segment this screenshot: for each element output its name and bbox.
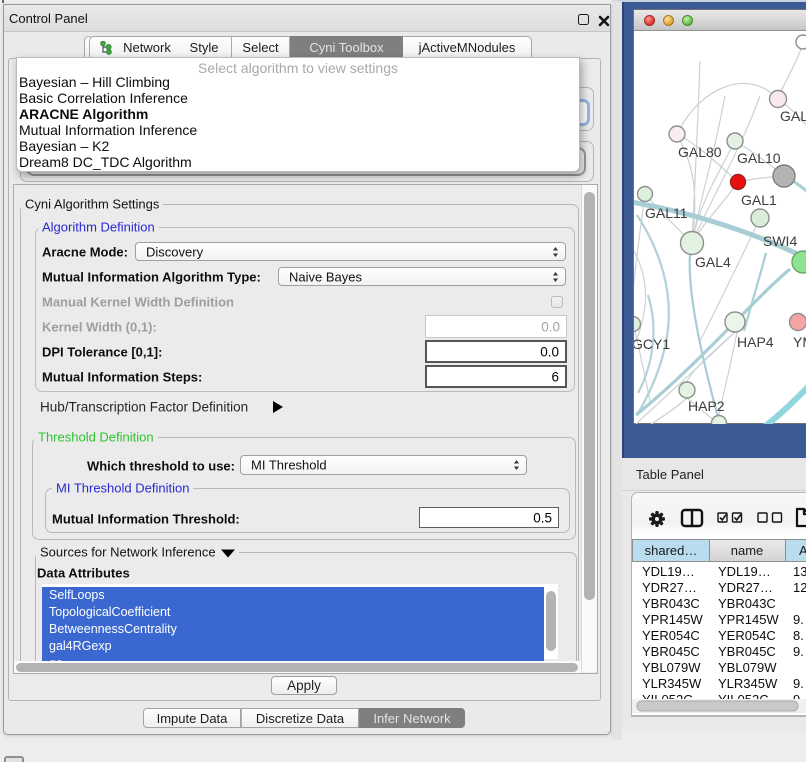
svg-text:GAL11: GAL11 [645, 205, 688, 221]
svg-text:YLR345W: YLR345W [718, 676, 778, 691]
svg-text:YDL19…: YDL19… [718, 564, 771, 579]
svg-text:12: 12 [793, 580, 806, 595]
svg-text:YDL19…: YDL19… [642, 564, 695, 579]
svg-text:YPR145W: YPR145W [718, 612, 779, 627]
svg-text:YER054C: YER054C [642, 628, 700, 643]
svg-text:YM: YM [793, 334, 806, 350]
svg-text:HAP4: HAP4 [737, 334, 774, 350]
svg-text:GAL1: GAL1 [741, 192, 777, 208]
svg-text:YER054C: YER054C [718, 628, 776, 643]
svg-text:HAP2: HAP2 [688, 398, 725, 414]
svg-text:YDR27…: YDR27… [718, 580, 773, 595]
svg-text:8.: 8. [793, 628, 804, 643]
svg-text:YPR145W: YPR145W [642, 612, 703, 627]
svg-text:9.: 9. [793, 676, 804, 691]
svg-text:GAL80: GAL80 [678, 144, 722, 160]
svg-text:shared…: shared… [645, 543, 698, 558]
svg-text:13: 13 [793, 564, 806, 579]
svg-text:YBR045C: YBR045C [718, 644, 776, 659]
svg-text:YBL079W: YBL079W [718, 660, 777, 675]
svg-text:YBL079W: YBL079W [642, 660, 701, 675]
svg-text:GAL4: GAL4 [695, 254, 731, 270]
svg-text:name: name [731, 543, 764, 558]
svg-text:SWI4: SWI4 [763, 233, 797, 249]
svg-text:Av: Av [799, 543, 806, 558]
svg-text:YBR043C: YBR043C [718, 596, 776, 611]
svg-text:YLR345W: YLR345W [642, 676, 702, 691]
svg-text:YBR045C: YBR045C [642, 644, 700, 659]
svg-text:GAL10: GAL10 [737, 150, 781, 166]
svg-text:YBR043C: YBR043C [642, 596, 700, 611]
svg-text:9.: 9. [793, 644, 804, 659]
svg-text:YDR27…: YDR27… [642, 580, 697, 595]
svg-text:GAL7: GAL7 [780, 108, 806, 124]
svg-text:GCY1: GCY1 [634, 336, 670, 352]
svg-text:9.: 9. [793, 612, 804, 627]
